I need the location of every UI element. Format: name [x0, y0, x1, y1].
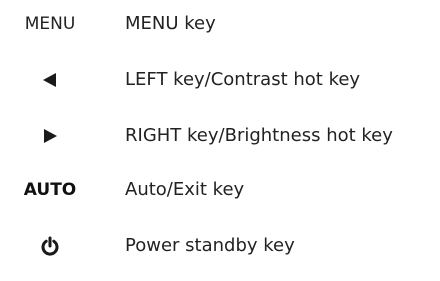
menu-key-label: MENU — [24, 14, 76, 34]
key-row-power: Power standby key — [0, 226, 440, 266]
left-triangle-icon — [43, 73, 56, 87]
right-key-symbol — [8, 116, 92, 156]
power-key-symbol — [8, 226, 92, 266]
right-triangle-icon — [44, 129, 57, 143]
key-row-right: RIGHT key/Brightness hot key — [0, 116, 440, 156]
auto-key-label: AUTO — [23, 180, 77, 200]
power-icon — [41, 236, 59, 256]
key-row-menu: MENU MENU key — [0, 4, 440, 44]
auto-key-symbol: AUTO — [8, 170, 92, 210]
left-key-description: LEFT key/Contrast hot key — [125, 69, 361, 90]
right-key-description: RIGHT key/Brightness hot key — [125, 125, 393, 146]
auto-key-description: Auto/Exit key — [125, 179, 245, 200]
menu-key-description: MENU key — [125, 13, 216, 34]
left-key-symbol — [8, 60, 92, 100]
power-key-description: Power standby key — [125, 235, 295, 256]
key-row-auto: AUTO Auto/Exit key — [0, 170, 440, 210]
key-row-left: LEFT key/Contrast hot key — [0, 60, 440, 100]
menu-key-symbol: MENU — [8, 4, 92, 44]
